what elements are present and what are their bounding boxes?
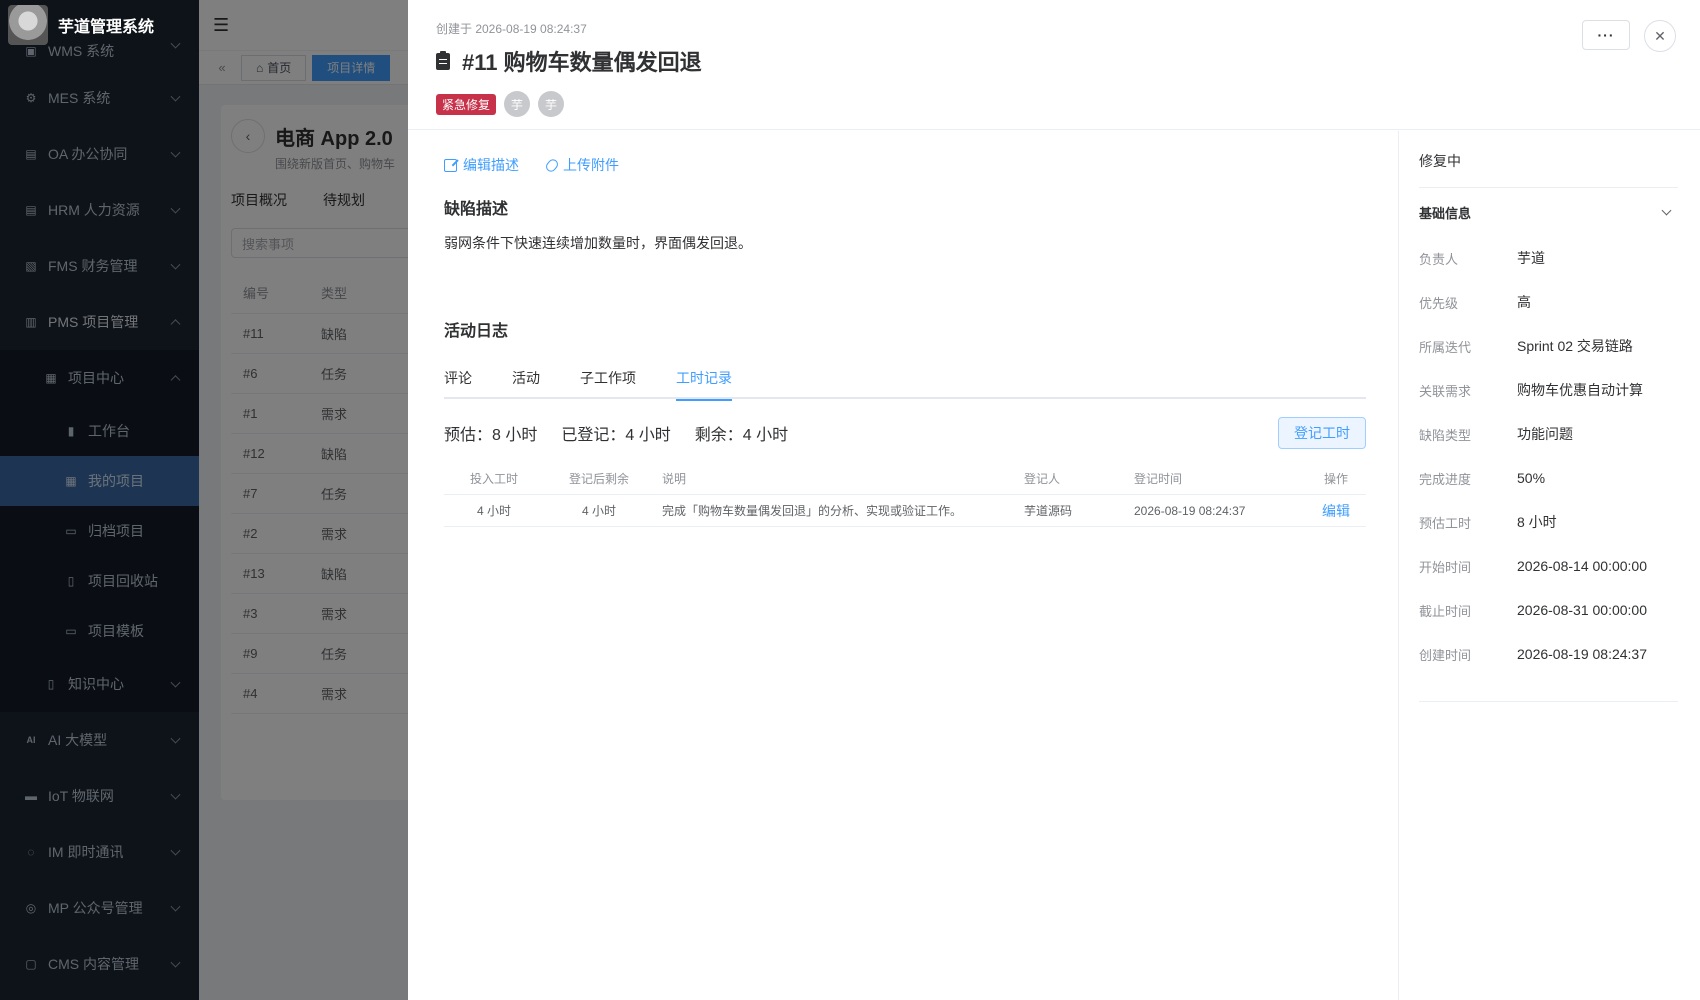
issue-title: #11 购物车数量偶发回退: [462, 50, 702, 75]
edit-icon: [444, 158, 457, 172]
info-label: 开始时间: [1419, 559, 1472, 575]
activity-tabs: 评论 活动 子工作项 工时记录: [444, 363, 1366, 401]
column-header: 投入工时: [469, 472, 518, 486]
worklog-stats: 预估：8 小时 已登记：4 小时 剩余：4 小时 登记工时: [444, 417, 1366, 449]
close-icon[interactable]: ✕: [1644, 20, 1676, 52]
info-label: 所属迭代: [1419, 339, 1472, 355]
action-links: 编辑描述 上传附件: [444, 155, 1366, 175]
tab-subitems[interactable]: 子工作项: [580, 363, 636, 399]
drawer-body: 编辑描述 上传附件 缺陷描述 弱网条件下快速连续增加数量时，界面偶发回退。 活动…: [408, 131, 1700, 1000]
logo-icon: [8, 5, 48, 45]
spent-cell: 4 小时: [476, 504, 511, 518]
activity-section-title: 活动日志: [444, 323, 509, 340]
info-value[interactable]: 50%: [1517, 470, 1545, 486]
drawer-main: 编辑描述 上传附件 缺陷描述 弱网条件下快速连续增加数量时，界面偶发回退。 活动…: [408, 131, 1398, 1000]
info-owner: 负责人 芋道: [1419, 236, 1678, 280]
info-label: 预估工时: [1419, 515, 1472, 531]
defect-section-title: 缺陷描述: [444, 201, 509, 218]
info-estimate: 预估工时 8 小时: [1419, 500, 1678, 544]
info-value[interactable]: Sprint 02 交易链路: [1517, 336, 1633, 356]
info-start: 开始时间 2026-08-14 00:00:00: [1419, 544, 1678, 588]
info-created: 创建时间 2026-08-19 08:24:37: [1419, 632, 1678, 676]
tab-worklog[interactable]: 工时记录: [676, 363, 732, 401]
logged-hours: 已登记：4 小时: [561, 427, 671, 444]
info-label: 关联需求: [1419, 383, 1472, 399]
status-text[interactable]: 修复中: [1419, 131, 1678, 188]
edit-description-link[interactable]: 编辑描述: [444, 155, 519, 175]
tab-comments[interactable]: 评论: [444, 363, 472, 399]
estimated-hours: 预估：8 小时: [444, 427, 538, 444]
info-deadline: 截止时间 2026-08-31 00:00:00: [1419, 588, 1678, 632]
paperclip-icon: [543, 156, 561, 174]
info-value[interactable]: 2026-08-14 00:00:00: [1517, 558, 1647, 574]
info-label: 完成进度: [1419, 471, 1472, 487]
remaining-cell: 4 小时: [581, 504, 616, 518]
app-title: 芋道管理系统: [58, 19, 155, 36]
title-row: #11 购物车数量偶发回退: [436, 45, 1700, 77]
column-header: 登记人: [1024, 472, 1061, 486]
drawer-sidebar: 修复中 基础信息 负责人 芋道 优先级 高 所属迭代 Sprint 02 交易链路 关…: [1398, 131, 1700, 1000]
link-label: 上传附件: [563, 157, 619, 173]
avatar[interactable]: 芋: [504, 91, 531, 117]
divider: [1419, 676, 1678, 702]
defect-description: 弱网条件下快速连续增加数量时，界面偶发回退。: [444, 235, 752, 251]
avatar[interactable]: 芋: [538, 91, 565, 117]
issue-tags: 紧急修复 芋 芋: [436, 91, 1700, 117]
info-label: 负责人: [1419, 251, 1459, 267]
info-label: 优先级: [1419, 295, 1459, 311]
info-value[interactable]: 购物车优惠自动计算: [1517, 380, 1643, 400]
link-label: 编辑描述: [463, 157, 519, 173]
info-value[interactable]: 功能问题: [1517, 424, 1573, 444]
user-cell: 芋道源码: [1024, 504, 1073, 518]
edit-worklog-link[interactable]: 编辑: [1322, 503, 1350, 519]
created-time: 创建于 2026-08-19 08:24:37: [436, 22, 587, 36]
info-requirement: 关联需求 购物车优惠自动计算: [1419, 368, 1678, 412]
info-value[interactable]: 芋道: [1517, 248, 1545, 268]
column-header: 登记时间: [1134, 472, 1183, 486]
urgent-badge: 紧急修复: [436, 93, 497, 115]
column-header: 登记后剩余: [568, 472, 629, 486]
column-header: 操作: [1323, 472, 1348, 486]
info-value[interactable]: 8 小时: [1517, 512, 1557, 532]
basic-info-header[interactable]: 基础信息: [1419, 188, 1678, 236]
column-header: 说明: [662, 472, 687, 486]
clipboard-icon: [436, 50, 450, 70]
info-value[interactable]: 2026-08-31 00:00:00: [1517, 602, 1647, 618]
note-cell: 完成「购物车数量偶发回退」的分析、实现或验证工作。: [662, 504, 963, 518]
info-defect-type: 缺陷类型 功能问题: [1419, 412, 1678, 456]
info-progress: 完成进度 50%: [1419, 456, 1678, 500]
chevron-down-icon: [1661, 205, 1672, 215]
table-header: 投入工时 登记后剩余 说明 登记人 登记时间 操作: [444, 463, 1366, 495]
more-button[interactable]: ···: [1582, 20, 1630, 50]
issue-detail-drawer: 创建于 2026-08-19 08:24:37 #11 购物车数量偶发回退 紧急…: [408, 0, 1700, 1000]
tab-activity[interactable]: 活动: [512, 363, 540, 399]
upload-attachment-link[interactable]: 上传附件: [543, 155, 619, 175]
drawer-header: 创建于 2026-08-19 08:24:37 #11 购物车数量偶发回退 紧急…: [408, 0, 1700, 130]
time-cell: 2026-08-19 08:24:37: [1134, 503, 1246, 518]
info-priority: 优先级 高: [1419, 280, 1678, 324]
section-label: 基础信息: [1419, 205, 1472, 221]
basic-info-list: 负责人 芋道 优先级 高 所属迭代 Sprint 02 交易链路 关联需求 购物车优惠自…: [1419, 236, 1678, 702]
worklog-table: 投入工时 登记后剩余 说明 登记人 登记时间 操作 4 小时 4 小时 完成「购…: [444, 463, 1366, 527]
logo-bar: 芋道管理系统: [0, 0, 199, 50]
info-label: 截止时间: [1419, 603, 1472, 619]
info-value: 2026-08-19 08:24:37: [1517, 646, 1647, 662]
table-row: 4 小时 4 小时 完成「购物车数量偶发回退」的分析、实现或验证工作。 芋道源码…: [444, 495, 1366, 527]
info-label: 创建时间: [1419, 647, 1472, 663]
info-value[interactable]: 高: [1517, 292, 1531, 312]
info-sprint: 所属迭代 Sprint 02 交易链路: [1419, 324, 1678, 368]
remaining-hours: 剩余：4 小时: [694, 427, 789, 444]
info-label: 缺陷类型: [1419, 427, 1472, 443]
log-work-button[interactable]: 登记工时: [1278, 417, 1366, 449]
